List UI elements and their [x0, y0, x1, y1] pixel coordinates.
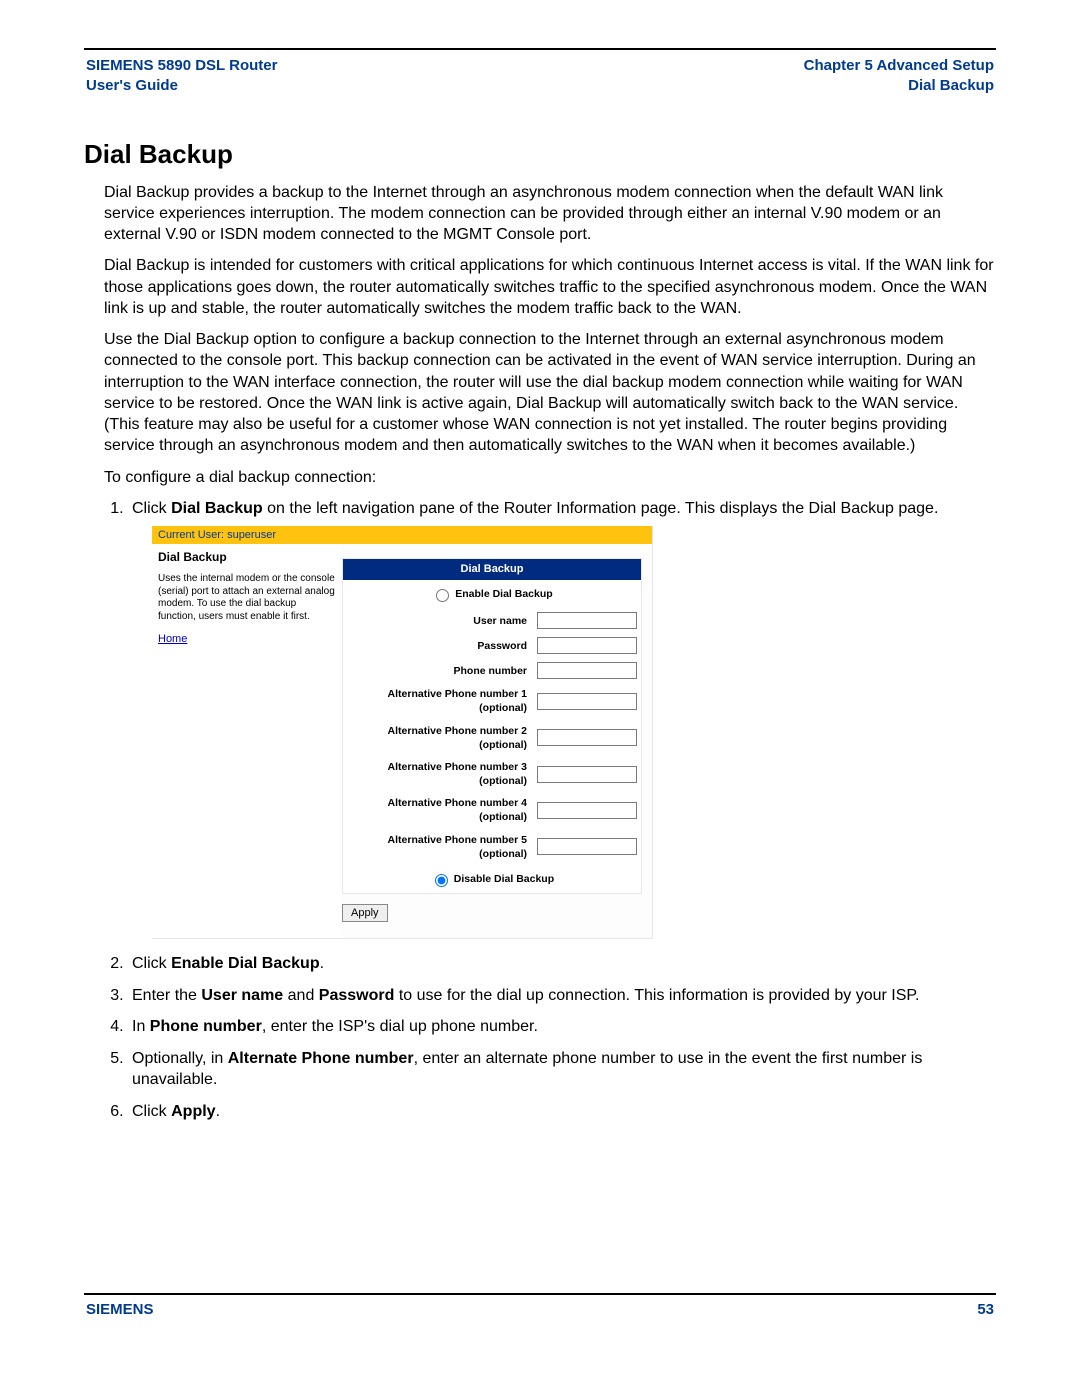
side-panel-title: Dial Backup — [158, 550, 336, 565]
alt-phone-4-input[interactable] — [537, 802, 637, 819]
password-input[interactable] — [537, 637, 637, 654]
password-label: Password — [343, 633, 534, 658]
page-header: SIEMENS 5890 DSL Router User's Guide Cha… — [84, 50, 996, 103]
dial-backup-screenshot: Current User: superuser Dial Backup Uses… — [152, 526, 653, 939]
username-input[interactable] — [537, 612, 637, 629]
step-1: Click Dial Backup on the left navigation… — [128, 498, 996, 939]
apply-button[interactable]: Apply — [342, 904, 388, 922]
alt-phone-2-input[interactable] — [537, 729, 637, 746]
alt-phone-5-input[interactable] — [537, 838, 637, 855]
disable-label: Disable Dial Backup — [454, 873, 554, 885]
alt3-label: Alternative Phone number 3 (optional) — [343, 756, 534, 792]
steps-list: Click Dial Backup on the left navigation… — [88, 498, 996, 1123]
header-chapter: Chapter 5 Advanced Setup — [804, 56, 994, 76]
side-panel-description: Uses the internal modem or the console (… — [158, 573, 336, 623]
current-user-bar: Current User: superuser — [152, 526, 652, 545]
alt4-label: Alternative Phone number 4 (optional) — [343, 792, 534, 828]
step-5: Optionally, in Alternate Phone number, e… — [128, 1048, 996, 1091]
header-left: SIEMENS 5890 DSL Router User's Guide — [86, 56, 277, 97]
page-footer: SIEMENS 53 — [84, 1295, 996, 1318]
enable-row: Enable Dial Backup — [343, 580, 642, 608]
alt-phone-1-input[interactable] — [537, 693, 637, 710]
enable-label: Enable Dial Backup — [455, 588, 552, 600]
footer-brand: SIEMENS — [86, 1301, 154, 1318]
paragraph-2: Dial Backup is intended for customers wi… — [104, 255, 996, 319]
form-header: Dial Backup — [343, 559, 642, 580]
alt2-label: Alternative Phone number 2 (optional) — [343, 720, 534, 756]
header-section: Dial Backup — [804, 76, 994, 96]
app-body: Dial Backup Uses the internal modem or t… — [152, 544, 652, 938]
disable-dial-backup-radio[interactable] — [435, 874, 448, 887]
username-label: User name — [343, 608, 534, 633]
alt-phone-3-input[interactable] — [537, 766, 637, 783]
page-title: Dial Backup — [84, 139, 996, 170]
header-subtitle: User's Guide — [86, 76, 277, 96]
phone-label: Phone number — [343, 658, 534, 683]
paragraph-3: Use the Dial Backup option to configure … — [104, 329, 996, 457]
step-4: In Phone number, enter the ISP's dial up… — [128, 1016, 996, 1038]
step-6: Click Apply. — [128, 1101, 996, 1123]
disable-row: Disable Dial Backup — [343, 865, 642, 894]
alt1-label: Alternative Phone number 1 (optional) — [343, 683, 534, 719]
footer-page-number: 53 — [977, 1301, 994, 1318]
side-panel: Dial Backup Uses the internal modem or t… — [152, 544, 342, 938]
phone-input[interactable] — [537, 662, 637, 679]
step-2: Click Enable Dial Backup. — [128, 953, 996, 975]
header-product: SIEMENS 5890 DSL Router — [86, 56, 277, 76]
paragraph-1: Dial Backup provides a backup to the Int… — [104, 182, 996, 246]
dial-backup-form: Dial Backup Enable Dial Backup User name — [342, 558, 642, 894]
header-right: Chapter 5 Advanced Setup Dial Backup — [804, 56, 994, 97]
step-3: Enter the User name and Password to use … — [128, 985, 996, 1007]
document-page: SIEMENS 5890 DSL Router User's Guide Cha… — [0, 0, 1080, 1348]
enable-dial-backup-radio[interactable] — [436, 589, 449, 602]
paragraph-4: To configure a dial backup connection: — [104, 467, 996, 488]
alt5-label: Alternative Phone number 5 (optional) — [343, 829, 534, 865]
form-area: Dial Backup Enable Dial Backup User name — [342, 544, 652, 938]
home-link[interactable]: Home — [158, 633, 187, 645]
